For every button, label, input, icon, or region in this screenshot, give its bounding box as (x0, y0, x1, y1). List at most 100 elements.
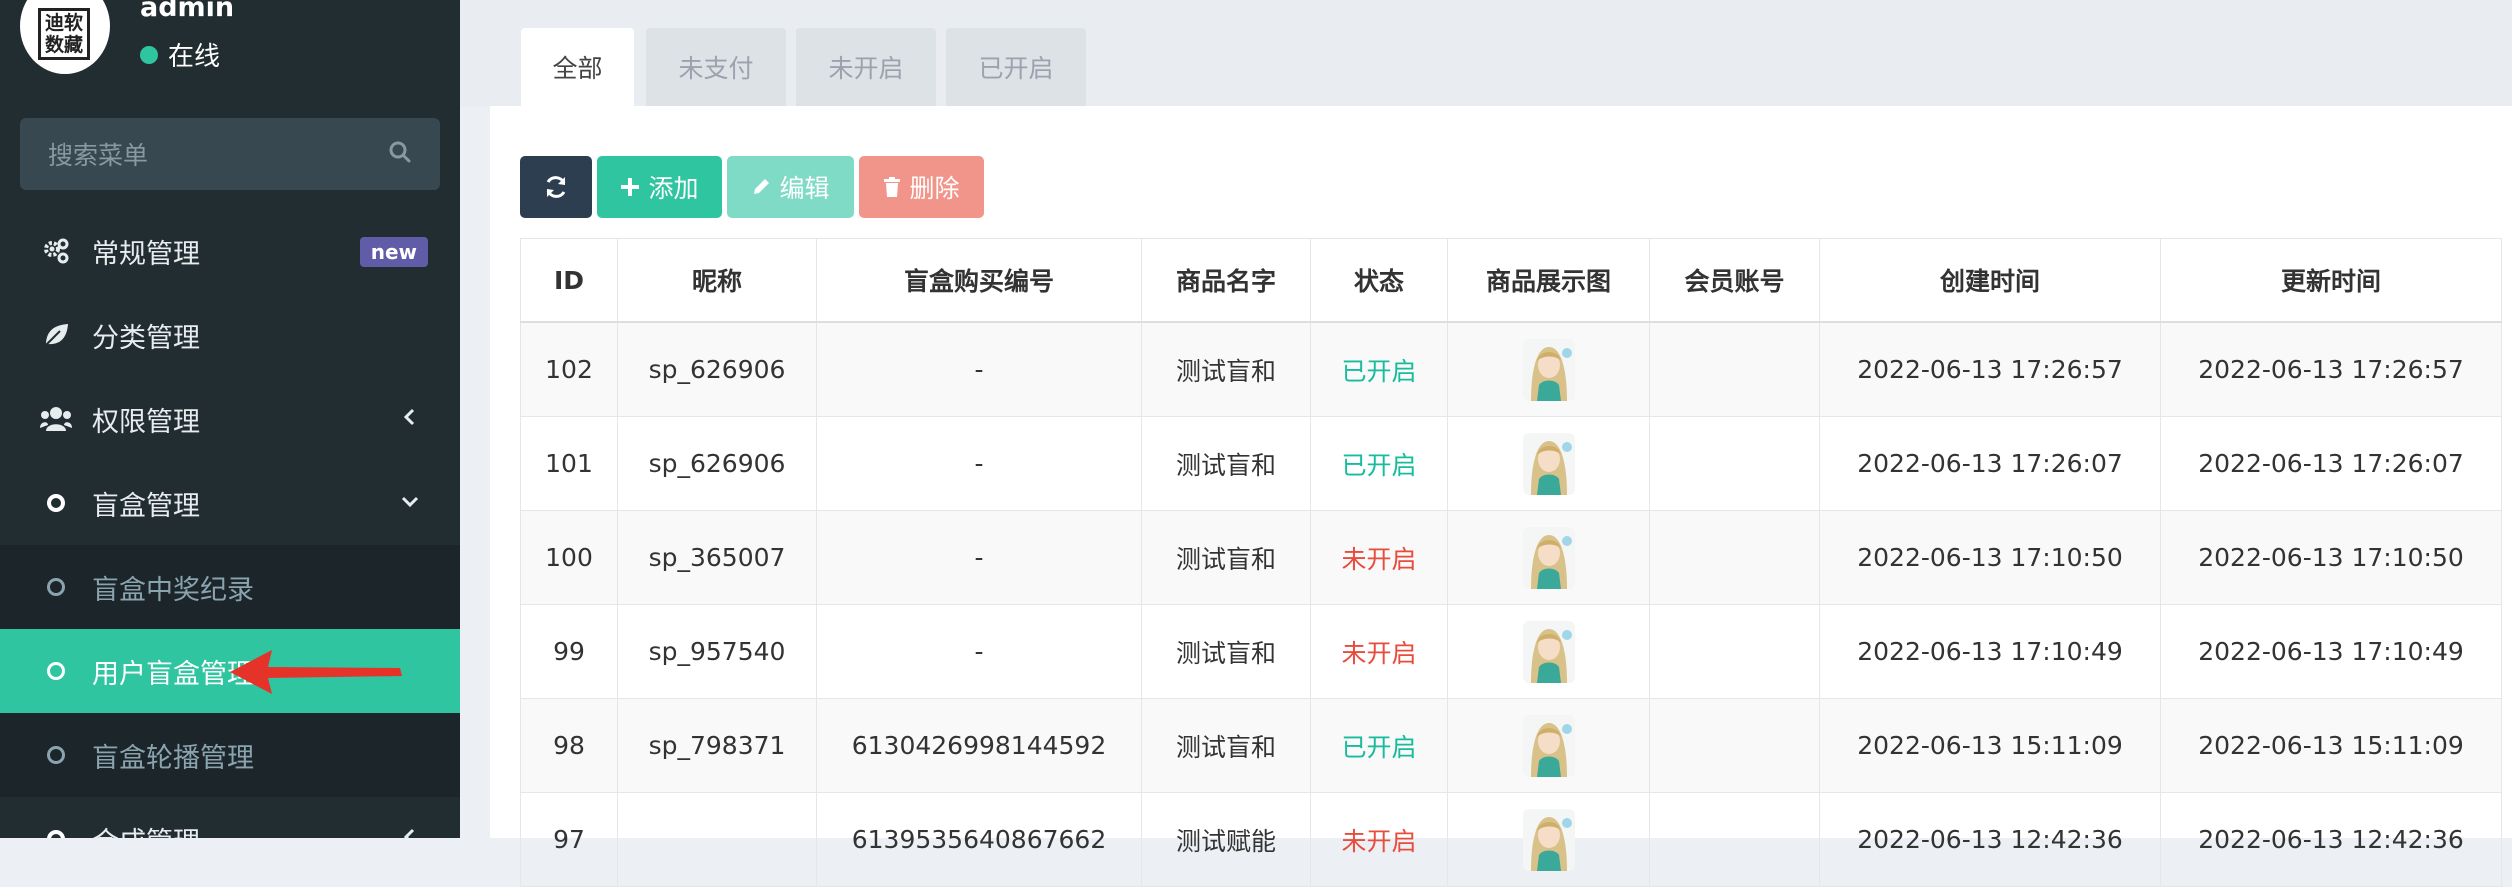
cell-id: 102 (520, 321, 618, 417)
circle-icon (40, 571, 72, 603)
column-header[interactable]: 状态 (1310, 238, 1448, 323)
blindbox-table: ID 昵称 盲盒购买编号 商品名字 状态 商品展示图 会员账号 创建时间 更新时… (520, 238, 2502, 887)
cell-updated-time: 2022-06-13 12:42:36 (2160, 792, 2502, 887)
column-header[interactable]: 商品展示图 (1447, 238, 1650, 323)
product-thumbnail[interactable] (1522, 714, 1575, 777)
sidebar-item-permission[interactable]: 权限管理 (0, 377, 460, 461)
product-thumbnail[interactable] (1522, 338, 1575, 401)
cell-created-time: 2022-06-13 17:10:49 (1819, 604, 2161, 699)
cell-member-account (1649, 510, 1820, 605)
table-row[interactable]: 102 sp_626906 - 测试盲和 已开启 2022-06-13 17:2… (520, 321, 2502, 417)
sidebar-item-label: 权限管理 (92, 406, 200, 438)
table-row[interactable]: 98 sp_798371 6130426998144592 测试盲和 已开启 2… (520, 698, 2502, 793)
main-content: 全部 未支付 未开启 已开启 添加 编辑 删除 ID 昵称 盲盒购买编号 商品名… (460, 0, 2512, 887)
table-row[interactable]: 99 sp_957540 - 测试盲和 未开启 2022-06-13 17:10… (520, 604, 2502, 699)
add-button[interactable]: 添加 (597, 156, 722, 218)
cell-product-image[interactable] (1447, 510, 1650, 605)
user-name: admin (140, 0, 235, 23)
online-dot-icon (140, 45, 158, 64)
cell-purchase-number: - (816, 510, 1142, 605)
new-badge: new (359, 237, 428, 267)
cell-created-time: 2022-06-13 15:11:09 (1819, 698, 2161, 793)
sidebar-item-blindbox[interactable]: 盲盒管理 (0, 461, 460, 545)
sidebar-item-label: 盲盒管理 (92, 490, 200, 522)
cell-member-account (1649, 792, 1820, 887)
cell-updated-time: 2022-06-13 17:26:57 (2160, 321, 2502, 417)
table-row[interactable]: 100 sp_365007 - 测试盲和 未开启 2022-06-13 17:1… (520, 510, 2502, 605)
chevron-down-icon (398, 489, 422, 513)
sidebar-item-blindbox-carousel[interactable]: 盲盒轮播管理 (0, 713, 460, 797)
cell-updated-time: 2022-06-13 17:26:07 (2160, 416, 2502, 511)
table-header-row: ID 昵称 盲盒购买编号 商品名字 状态 商品展示图 会员账号 创建时间 更新时… (520, 238, 2502, 323)
refresh-icon (546, 176, 566, 198)
cell-product-name: 测试盲和 (1141, 698, 1311, 793)
menu-search-input[interactable]: 搜索菜单 (20, 118, 440, 190)
cell-purchase-number: - (816, 321, 1142, 417)
sidebar-item-label: 盲盒中奖纪录 (92, 574, 254, 606)
column-header[interactable]: 商品名字 (1141, 238, 1311, 323)
tab-unopened[interactable]: 未开启 (796, 28, 936, 106)
sidebar-item-blindbox-winning-records[interactable]: 盲盒中奖纪录 (0, 545, 460, 629)
cell-updated-time: 2022-06-13 15:11:09 (2160, 698, 2502, 793)
cell-product-image[interactable] (1447, 698, 1650, 793)
trash-icon (884, 177, 901, 197)
cell-product-image[interactable] (1447, 321, 1650, 417)
cell-created-time: 2022-06-13 17:10:50 (1819, 510, 2161, 605)
product-thumbnail[interactable] (1522, 432, 1575, 495)
cell-id: 100 (520, 510, 618, 605)
cell-id: 97 (520, 792, 618, 887)
sidebar-item-label: 合成管理 (92, 820, 200, 839)
pencil-icon (754, 179, 770, 194)
cell-updated-time: 2022-06-13 17:10:49 (2160, 604, 2502, 699)
delete-button[interactable]: 删除 (859, 156, 984, 218)
cell-status: 已开启 (1310, 416, 1448, 511)
product-thumbnail[interactable] (1522, 620, 1575, 683)
user-status-label: 在线 (168, 42, 221, 72)
cell-id: 101 (520, 416, 618, 511)
sidebar-item-label: 盲盒轮播管理 (92, 742, 254, 774)
tab-unpaid[interactable]: 未支付 (646, 28, 786, 106)
product-thumbnail[interactable] (1522, 526, 1575, 589)
cell-purchase-number: - (816, 604, 1142, 699)
cell-member-account (1649, 698, 1820, 793)
sidebar-item-synthesis[interactable]: 合成管理 (0, 797, 460, 838)
circle-icon (40, 655, 72, 687)
cell-created-time: 2022-06-13 17:26:07 (1819, 416, 2161, 511)
cell-updated-time: 2022-06-13 17:10:50 (2160, 510, 2502, 605)
chevron-left-icon (398, 825, 422, 838)
cell-status: 未开启 (1310, 510, 1448, 605)
table-row[interactable]: 97 6139535640867662 测试赋能 未开启 2022-06-13 … (520, 792, 2502, 887)
column-header[interactable]: 昵称 (617, 238, 817, 323)
tab-opened[interactable]: 已开启 (946, 28, 1086, 106)
search-icon[interactable] (388, 140, 412, 168)
cell-nickname: sp_626906 (617, 416, 817, 511)
column-header[interactable]: 会员账号 (1649, 238, 1820, 323)
circle-icon (40, 823, 72, 838)
gears-icon (40, 235, 72, 267)
column-header[interactable]: 盲盒购买编号 (816, 238, 1142, 323)
table-row[interactable]: 101 sp_626906 - 测试盲和 已开启 2022-06-13 17:2… (520, 416, 2502, 511)
cell-product-image[interactable] (1447, 604, 1650, 699)
cell-nickname: sp_957540 (617, 604, 817, 699)
sidebar-item-label: 常规管理 (92, 238, 200, 270)
cell-member-account (1649, 416, 1820, 511)
cell-id: 99 (520, 604, 618, 699)
column-header[interactable]: 更新时间 (2160, 238, 2502, 323)
product-thumbnail[interactable] (1522, 808, 1575, 871)
plus-icon (621, 178, 640, 196)
cell-status: 未开启 (1310, 792, 1448, 887)
sidebar-item-category[interactable]: 分类管理 (0, 293, 460, 377)
tab-all[interactable]: 全部 (521, 28, 634, 106)
column-header[interactable]: 创建时间 (1819, 238, 2161, 323)
refresh-button[interactable] (520, 156, 592, 218)
cell-product-image[interactable] (1447, 792, 1650, 887)
add-button-label: 添加 (648, 174, 699, 203)
cell-nickname (617, 792, 817, 887)
user-status: 在线 (140, 36, 220, 73)
column-header[interactable]: ID (520, 238, 618, 323)
delete-button-label: 删除 (909, 174, 960, 203)
cell-nickname: sp_626906 (617, 321, 817, 417)
cell-product-image[interactable] (1447, 416, 1650, 511)
edit-button[interactable]: 编辑 (727, 156, 854, 218)
sidebar-item-general[interactable]: 常规管理 new (0, 209, 460, 293)
